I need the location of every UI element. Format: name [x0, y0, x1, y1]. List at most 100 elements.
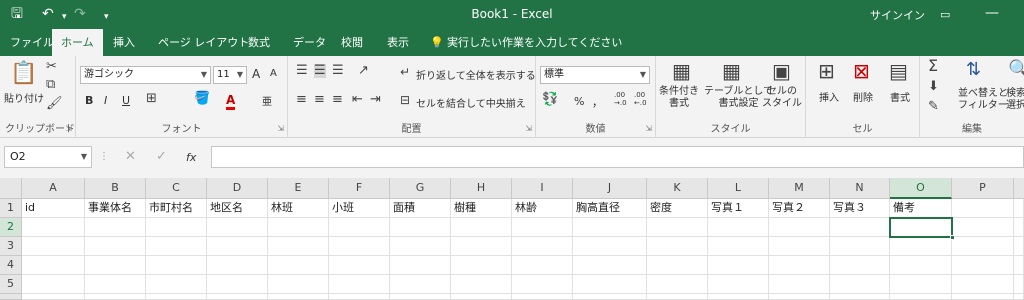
comma-button[interactable]: ，	[592, 94, 603, 110]
cell[interactable]	[769, 275, 830, 294]
enter-entry-icon[interactable]: ✓	[156, 150, 167, 164]
merge-center-button[interactable]: セルを結合して中央揃え	[416, 95, 526, 110]
number-launcher-icon[interactable]: ⇲	[645, 124, 652, 133]
cell[interactable]	[85, 237, 146, 256]
autosum-icon[interactable]: Σ	[928, 58, 938, 74]
cell[interactable]	[1014, 199, 1024, 218]
signin-link[interactable]: サインイン	[870, 7, 925, 23]
selected-cell-outline[interactable]	[889, 217, 953, 238]
header-cell[interactable]: 胸高直径	[573, 199, 647, 218]
cell[interactable]	[512, 237, 573, 256]
column-header[interactable]: B	[85, 178, 146, 199]
row-header-selected[interactable]: 2	[0, 218, 22, 237]
cell[interactable]	[890, 275, 952, 294]
cell[interactable]	[573, 275, 647, 294]
decrease-decimal-button[interactable]: .00 ←.0	[634, 91, 647, 107]
ribbon-display-options-icon[interactable]: ▭	[940, 7, 950, 23]
tab-page-layout[interactable]: ページ レイアウト	[156, 29, 251, 56]
cell[interactable]	[647, 256, 708, 275]
cell[interactable]	[512, 294, 573, 300]
decrease-indent-icon[interactable]: ⇤	[352, 93, 363, 107]
align-center-icon[interactable]: ≡	[314, 93, 325, 107]
cell[interactable]	[1014, 237, 1024, 256]
cell-styles-button[interactable]: セルの スタイル	[762, 86, 802, 110]
header-cell[interactable]: 面積	[390, 199, 451, 218]
cell[interactable]	[573, 294, 647, 300]
cell[interactable]	[207, 275, 268, 294]
clear-icon[interactable]: ✎	[928, 100, 939, 114]
align-left-icon[interactable]: ≡	[296, 93, 307, 107]
cell[interactable]	[85, 275, 146, 294]
copy-icon[interactable]: ⧉	[46, 78, 55, 92]
cell[interactable]	[830, 218, 890, 237]
insert-cells-button[interactable]: 挿入	[819, 89, 839, 104]
cell[interactable]	[573, 237, 647, 256]
header-cell[interactable]: id	[22, 199, 85, 218]
increase-decimal-button[interactable]: .00 →.0	[614, 91, 627, 107]
cell[interactable]	[708, 218, 769, 237]
cell[interactable]	[85, 256, 146, 275]
header-cell[interactable]: 市町村名	[146, 199, 207, 218]
underline-button[interactable]: U	[122, 94, 130, 107]
cell[interactable]	[268, 275, 329, 294]
cell[interactable]	[708, 237, 769, 256]
column-header[interactable]: N	[830, 178, 890, 199]
cell[interactable]	[769, 256, 830, 275]
cell[interactable]	[390, 275, 451, 294]
cell[interactable]	[85, 218, 146, 237]
cell[interactable]	[451, 275, 512, 294]
header-cell[interactable]: 地区名	[207, 199, 268, 218]
cell[interactable]	[647, 275, 708, 294]
cell[interactable]	[146, 256, 207, 275]
cell[interactable]	[451, 294, 512, 300]
fill-icon[interactable]: ⬇	[928, 80, 939, 94]
cell[interactable]	[146, 275, 207, 294]
paste-button[interactable]: 貼り付け	[4, 90, 44, 105]
cell[interactable]	[952, 237, 1014, 256]
cell[interactable]	[85, 294, 146, 300]
font-size-combo[interactable]: 11 ▼	[213, 66, 247, 84]
header-cell[interactable]: 事業体名	[85, 199, 146, 218]
cell[interactable]	[390, 218, 451, 237]
cell[interactable]	[268, 294, 329, 300]
orientation-icon[interactable]: ↗	[358, 64, 369, 78]
conditional-formatting-button[interactable]: 条件付き 書式	[659, 86, 699, 110]
header-cell[interactable]: 小班	[329, 199, 390, 218]
cell[interactable]	[830, 256, 890, 275]
cell[interactable]	[1014, 218, 1024, 237]
cell[interactable]	[512, 275, 573, 294]
phonetic-button[interactable]: 亜	[262, 93, 272, 108]
column-header-partial[interactable]	[1014, 178, 1024, 199]
cell[interactable]	[708, 256, 769, 275]
grow-font-button[interactable]: A	[252, 67, 260, 81]
format-painter-icon[interactable]: 🖌	[46, 97, 63, 111]
cell[interactable]	[1014, 275, 1024, 294]
column-header[interactable]: E	[268, 178, 329, 199]
minimize-icon[interactable]: —	[985, 5, 999, 21]
alignment-launcher-icon[interactable]: ⇲	[525, 124, 532, 133]
cell[interactable]	[769, 218, 830, 237]
column-header[interactable]: M	[769, 178, 830, 199]
cell[interactable]	[390, 294, 451, 300]
cell[interactable]	[647, 237, 708, 256]
cell[interactable]	[22, 218, 85, 237]
tab-insert[interactable]: 挿入	[111, 29, 137, 56]
cell[interactable]	[830, 275, 890, 294]
row-header[interactable]	[0, 294, 22, 300]
cell[interactable]	[329, 237, 390, 256]
paste-icon[interactable]: 📋	[10, 62, 37, 86]
cell[interactable]	[22, 256, 85, 275]
cell[interactable]	[268, 237, 329, 256]
column-header-selected[interactable]: O	[890, 178, 952, 199]
formula-input[interactable]	[211, 146, 1024, 168]
font-launcher-icon[interactable]: ⇲	[277, 124, 284, 133]
cell[interactable]	[207, 218, 268, 237]
font-name-combo[interactable]: 游ゴシック ▼	[80, 66, 211, 84]
cell[interactable]	[708, 294, 769, 300]
align-top-icon[interactable]: ☰	[296, 64, 308, 78]
clipboard-launcher-icon[interactable]: ⇲	[65, 124, 72, 133]
name-box[interactable]: O2 ▼	[4, 146, 92, 168]
cell[interactable]	[146, 237, 207, 256]
tab-view[interactable]: 表示	[385, 29, 411, 56]
cell[interactable]	[769, 294, 830, 300]
